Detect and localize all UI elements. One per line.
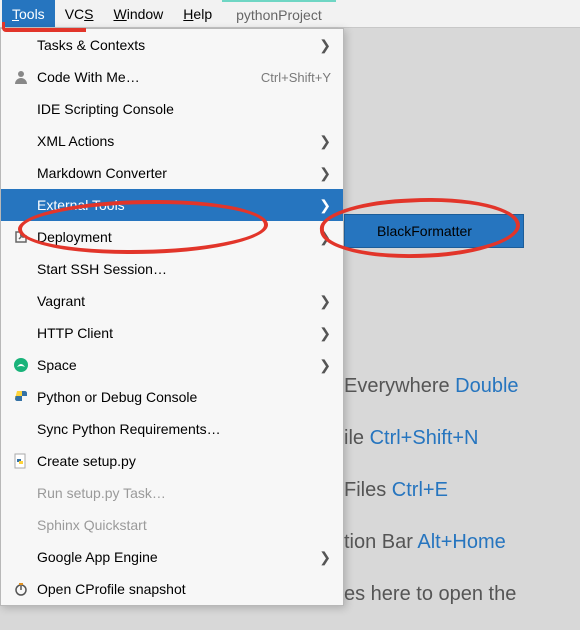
menu-http-client[interactable]: HTTP Client ❯ bbox=[1, 317, 343, 349]
menu-sync-requirements[interactable]: Sync Python Requirements… bbox=[1, 413, 343, 445]
python-icon bbox=[9, 389, 33, 405]
welcome-hints: Everywhere Double ile Ctrl+Shift+N Files… bbox=[344, 360, 580, 620]
menu-create-setup[interactable]: Create setup.py bbox=[1, 445, 343, 477]
menu-google-app-engine[interactable]: Google App Engine ❯ bbox=[1, 541, 343, 573]
menu-deployment[interactable]: Deployment ❯ bbox=[1, 221, 343, 253]
chevron-right-icon: ❯ bbox=[317, 165, 331, 182]
menu-start-ssh[interactable]: Start SSH Session… bbox=[1, 253, 343, 285]
chevron-right-icon: ❯ bbox=[317, 325, 331, 342]
chevron-right-icon: ❯ bbox=[317, 197, 331, 214]
menubar-window[interactable]: Window bbox=[103, 0, 173, 27]
chevron-right-icon: ❯ bbox=[317, 229, 331, 246]
menu-xml-actions[interactable]: XML Actions ❯ bbox=[1, 125, 343, 157]
menu-tasks-contexts[interactable]: Tasks & Contexts ❯ bbox=[1, 29, 343, 61]
menu-sphinx-quickstart: Sphinx Quickstart bbox=[1, 509, 343, 541]
shortcut-label: Ctrl+Shift+Y bbox=[261, 70, 331, 85]
chevron-right-icon: ❯ bbox=[317, 37, 331, 54]
menu-python-console[interactable]: Python or Debug Console bbox=[1, 381, 343, 413]
profiler-icon bbox=[9, 581, 33, 597]
menu-external-tools[interactable]: External Tools ❯ bbox=[1, 189, 343, 221]
menu-vagrant[interactable]: Vagrant ❯ bbox=[1, 285, 343, 317]
menu-markdown-converter[interactable]: Markdown Converter ❯ bbox=[1, 157, 343, 189]
menubar-help[interactable]: Help bbox=[173, 0, 222, 27]
space-icon bbox=[9, 357, 33, 373]
project-name: pythonProject bbox=[222, 0, 336, 27]
menubar-tools[interactable]: Tools bbox=[2, 0, 55, 27]
menu-open-cprofile[interactable]: Open CProfile snapshot bbox=[1, 573, 343, 605]
menu-space[interactable]: Space ❯ bbox=[1, 349, 343, 381]
person-icon bbox=[9, 69, 33, 85]
menubar-vcs[interactable]: VCS bbox=[55, 0, 104, 27]
menu-code-with-me[interactable]: Code With Me… Ctrl+Shift+Y bbox=[1, 61, 343, 93]
chevron-right-icon: ❯ bbox=[317, 549, 331, 566]
deploy-icon bbox=[9, 229, 33, 245]
submenu-blackformatter[interactable]: BlackFormatter bbox=[345, 215, 523, 247]
chevron-right-icon: ❯ bbox=[317, 133, 331, 150]
python-file-icon bbox=[9, 453, 33, 469]
chevron-right-icon: ❯ bbox=[317, 357, 331, 374]
chevron-right-icon: ❯ bbox=[317, 293, 331, 310]
external-tools-submenu: BlackFormatter bbox=[344, 214, 524, 248]
menu-ide-scripting[interactable]: IDE Scripting Console bbox=[1, 93, 343, 125]
menubar: Tools VCS Window Help pythonProject bbox=[0, 0, 580, 28]
menu-run-setup: Run setup.py Task… bbox=[1, 477, 343, 509]
tools-menu: Tasks & Contexts ❯ Code With Me… Ctrl+Sh… bbox=[0, 28, 344, 606]
